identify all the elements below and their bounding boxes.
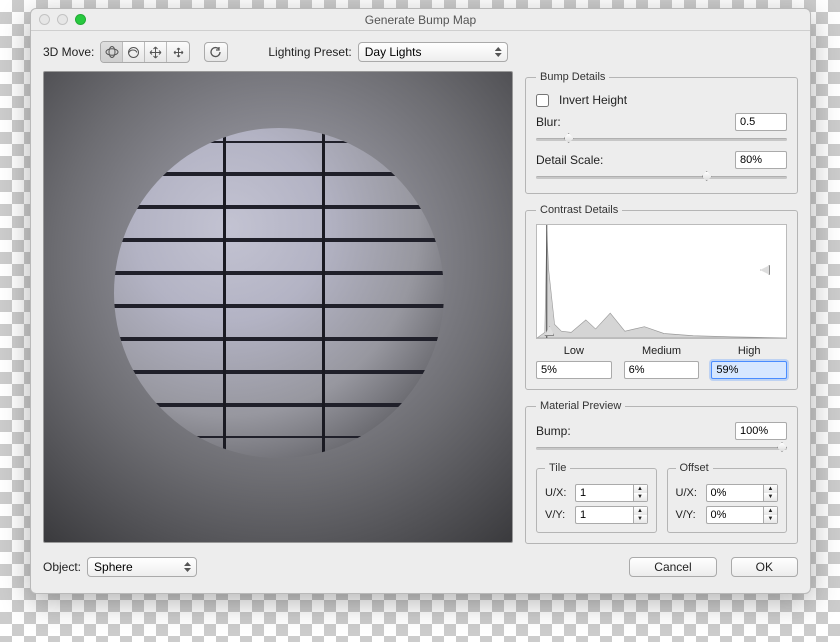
low-field[interactable] — [536, 361, 612, 379]
blur-slider-thumb[interactable] — [564, 133, 574, 143]
orbit-tool-group — [100, 41, 190, 63]
detail-scale-field[interactable] — [735, 151, 787, 169]
minimize-icon[interactable] — [57, 14, 68, 25]
rotate-icon[interactable] — [123, 42, 145, 62]
offset-ux-field[interactable] — [706, 484, 765, 502]
tile-ux-stepper[interactable]: ▲▼ — [634, 484, 648, 502]
histogram[interactable] — [536, 224, 787, 339]
titlebar: Generate Bump Map — [31, 9, 810, 31]
offset-vy-stepper[interactable]: ▲▼ — [764, 506, 778, 524]
ok-button[interactable]: OK — [731, 557, 798, 577]
bump-label: Bump: — [536, 424, 571, 438]
bump-slider[interactable] — [536, 442, 787, 454]
detail-scale-slider[interactable] — [536, 171, 787, 183]
tile-group: Tile U/X: ▲▼ V/Y: ▲▼ — [536, 462, 657, 533]
move-icon[interactable] — [167, 42, 189, 62]
material-preview-group: Material Preview Bump: Tile U/X: — [525, 400, 798, 544]
offset-vy-field[interactable] — [706, 506, 765, 524]
tile-ux-field[interactable] — [575, 484, 634, 502]
tile-legend: Tile — [545, 462, 570, 474]
offset-group: Offset U/X: ▲▼ V/Y: ▲▼ — [667, 462, 788, 533]
offset-vy-label: V/Y: — [676, 509, 702, 521]
offset-ux-label: U/X: — [676, 487, 702, 499]
offset-legend: Offset — [676, 462, 713, 474]
tile-vy-field[interactable] — [575, 506, 634, 524]
orbit-icon[interactable] — [101, 42, 123, 62]
high-label: High — [711, 345, 787, 357]
object-select[interactable]: Sphere — [87, 557, 197, 577]
offset-ux-stepper[interactable]: ▲▼ — [764, 484, 778, 502]
lighting-preset-select[interactable]: Day Lights — [358, 42, 508, 62]
window-title: Generate Bump Map — [365, 13, 476, 27]
material-preview-legend: Material Preview — [536, 400, 625, 412]
bump-field[interactable] — [735, 422, 787, 440]
medium-label: Medium — [624, 345, 700, 357]
close-icon[interactable] — [39, 14, 50, 25]
bump-details-group: Bump Details Invert Height Blur: Detail … — [525, 71, 798, 194]
invert-height-checkbox[interactable] — [536, 94, 549, 107]
blur-field[interactable] — [735, 113, 787, 131]
high-field[interactable] — [711, 361, 787, 379]
tile-ux-label: U/X: — [545, 487, 571, 499]
low-label: Low — [536, 345, 612, 357]
preview-sphere — [114, 128, 444, 458]
maximize-icon[interactable] — [75, 14, 86, 25]
cancel-button[interactable]: Cancel — [629, 557, 716, 577]
medium-field[interactable] — [624, 361, 700, 379]
contrast-details-legend: Contrast Details — [536, 204, 622, 216]
blur-label: Blur: — [536, 115, 561, 129]
reset-button[interactable] — [204, 42, 228, 62]
bump-details-legend: Bump Details — [536, 71, 609, 83]
detail-scale-slider-thumb[interactable] — [702, 171, 712, 181]
invert-height-label: Invert Height — [559, 93, 627, 107]
tile-vy-label: V/Y: — [545, 509, 571, 521]
detail-scale-label: Detail Scale: — [536, 153, 603, 167]
bump-slider-thumb[interactable] — [777, 442, 787, 452]
blur-slider[interactable] — [536, 133, 787, 145]
contrast-details-group: Contrast Details Low — [525, 204, 798, 390]
move-label: 3D Move: — [43, 45, 94, 59]
tile-vy-stepper[interactable]: ▲▼ — [634, 506, 648, 524]
preview-viewport[interactable] — [43, 71, 513, 543]
pan-icon[interactable] — [145, 42, 167, 62]
lighting-label: Lighting Preset: — [268, 45, 351, 59]
dialog-window: Generate Bump Map 3D Move: — [30, 8, 811, 594]
object-label: Object: — [43, 560, 81, 574]
